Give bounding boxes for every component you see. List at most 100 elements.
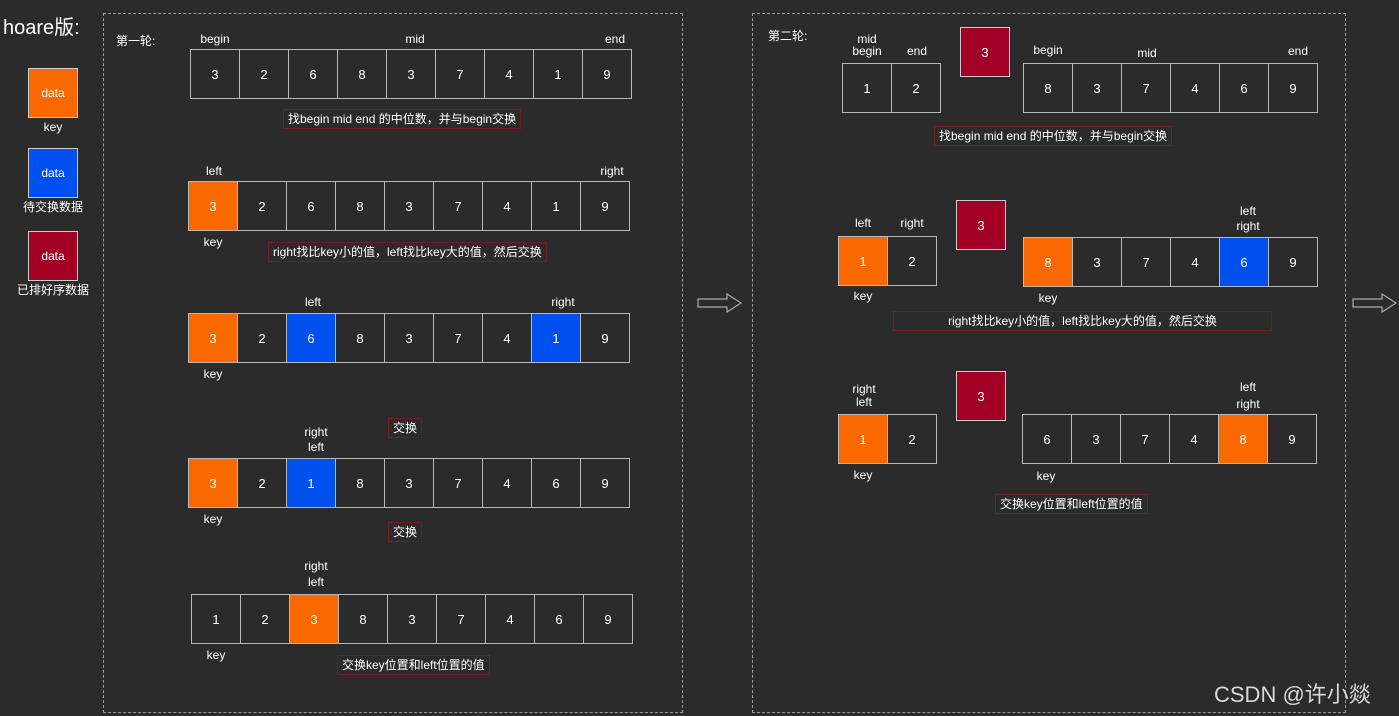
r2s2-right-label: right — [900, 216, 924, 230]
array-cell: 3 — [1072, 237, 1122, 287]
r1s2-right-label: right — [600, 164, 624, 178]
array-cell: 3 — [387, 594, 437, 644]
r1s3-array: 3 2 6 8 3 7 4 1 9 — [188, 313, 630, 363]
r1s4-array: 3 2 1 8 3 7 4 6 9 — [188, 458, 630, 508]
array-cell: 9 — [580, 181, 630, 231]
r2s3-left-array: 1 2 — [838, 414, 937, 464]
array-cell: 3 — [386, 49, 436, 99]
array-cell: 6 — [1219, 63, 1269, 113]
array-cell: 7 — [1121, 63, 1171, 113]
array-cell: 4 — [485, 594, 535, 644]
r2s2-left2-label: left — [1239, 204, 1256, 218]
r1s5-note: 交换key位置和left位置的值 — [337, 655, 490, 675]
r2s3-note: 交换key位置和left位置的值 — [995, 494, 1148, 514]
r1s2-array: 3 2 6 8 3 7 4 1 9 — [188, 181, 630, 231]
r2s2-left-array: 1 2 — [838, 236, 937, 286]
array-cell: 3 — [188, 181, 238, 231]
array-cell: 3 — [384, 313, 434, 363]
array-cell: 3 — [289, 594, 339, 644]
array-cell: 9 — [583, 594, 633, 644]
r2s1-note: 找begin mid end 的中位数，并与begin交换 — [934, 126, 1173, 146]
array-cell: 4 — [1169, 414, 1219, 464]
array-cell: 6 — [1219, 237, 1269, 287]
r1s1-array: 3 2 6 8 3 7 4 1 9 — [190, 49, 632, 99]
array-cell: 6 — [534, 594, 584, 644]
page-title: hoare版: — [3, 17, 80, 39]
round2-heading: 第二轮: — [768, 29, 808, 43]
r2s1-end2-label: end — [1287, 44, 1309, 58]
array-cell: 8 — [1023, 63, 1073, 113]
array-cell: 3 — [384, 181, 434, 231]
array-cell: 1 — [286, 458, 336, 508]
array-cell: 1 — [533, 49, 583, 99]
array-cell: 1 — [191, 594, 241, 644]
array-cell: 9 — [1268, 237, 1318, 287]
array-cell: 3 — [1071, 414, 1121, 464]
array-cell: 6 — [286, 313, 336, 363]
r1s5-right-label: right — [304, 559, 328, 573]
array-cell: 3 — [188, 313, 238, 363]
array-cell: 4 — [1170, 63, 1220, 113]
array-cell: 1 — [531, 313, 581, 363]
right-arrow-icon — [1352, 292, 1398, 314]
array-cell: 9 — [580, 458, 630, 508]
r2s3-right-array: 6 3 7 4 8 9 — [1022, 414, 1317, 464]
array-cell: 1 — [838, 414, 888, 464]
r2s1-right-array: 8 3 7 4 6 9 — [1023, 63, 1318, 113]
array-cell: 6 — [1022, 414, 1072, 464]
watermark: CSDN @许小燚 — [1214, 682, 1371, 707]
array-cell: 8 — [335, 458, 385, 508]
legend-sorted-cell: data — [28, 231, 78, 281]
r1s5-left-label: left — [307, 575, 324, 589]
r2s1-begin-label: begin — [852, 44, 882, 58]
array-cell: 6 — [288, 49, 338, 99]
r1s3-left-label: left — [304, 295, 321, 309]
array-cell: 4 — [482, 181, 532, 231]
array-cell: 3 — [384, 458, 434, 508]
array-cell: 7 — [433, 458, 483, 508]
r2s2-right-array: 8 3 7 4 6 9 — [1023, 237, 1318, 287]
right-arrow-icon — [697, 292, 743, 314]
array-cell: 7 — [433, 313, 483, 363]
round2-frame — [752, 13, 1346, 713]
array-cell: 8 — [338, 594, 388, 644]
array-cell: 9 — [1268, 63, 1318, 113]
array-cell: 9 — [582, 49, 632, 99]
r1s4-swap-note2: 交换 — [388, 522, 423, 542]
array-cell: 2 — [887, 414, 937, 464]
r1s4-key-label: key — [203, 512, 223, 526]
r2s1-begin2-label: begin — [1033, 43, 1063, 57]
array-cell: 9 — [1267, 414, 1317, 464]
array-cell: 7 — [1121, 237, 1171, 287]
legend-sorted-label: 已排好序数据 — [16, 283, 89, 297]
array-cell: 2 — [887, 236, 937, 286]
r2s3-left2-label: left — [1239, 380, 1256, 394]
r2s2-key2-label: key — [1038, 291, 1058, 305]
r1s2-note: right找比key小的值，left找比key大的值，然后交换 — [268, 242, 547, 262]
array-cell: 7 — [1120, 414, 1170, 464]
r2s3-right2-label: right — [1236, 397, 1260, 411]
r1s5-array: 1 2 3 8 3 7 4 6 9 — [191, 594, 633, 644]
array-cell: 3 — [1072, 63, 1122, 113]
sorted-cell: 3 — [960, 27, 1010, 77]
array-cell: 8 — [1023, 237, 1073, 287]
array-cell: 4 — [482, 458, 532, 508]
r1s2-key-label: key — [203, 235, 223, 249]
array-cell: 6 — [286, 181, 336, 231]
array-cell: 4 — [482, 313, 532, 363]
array-cell: 1 — [531, 181, 581, 231]
array-cell: 3 — [188, 458, 238, 508]
legend-swap-label: 待交换数据 — [22, 200, 83, 214]
array-cell: 6 — [531, 458, 581, 508]
r2s2-right2-label: right — [1236, 219, 1260, 233]
sorted-cell: 3 — [956, 200, 1006, 250]
r1s1-mid-label: mid — [405, 32, 425, 46]
array-cell: 3 — [190, 49, 240, 99]
legend-key-cell: data — [28, 68, 78, 118]
r1s1-note: 找begin mid end 的中位数，并与begin交换 — [283, 109, 522, 129]
round1-heading: 第一轮: — [116, 34, 156, 48]
array-cell: 7 — [436, 594, 486, 644]
r2s1-left-array: 1 2 — [842, 63, 941, 113]
r1s1-end-label: end — [604, 32, 626, 46]
array-cell: 8 — [1218, 414, 1268, 464]
